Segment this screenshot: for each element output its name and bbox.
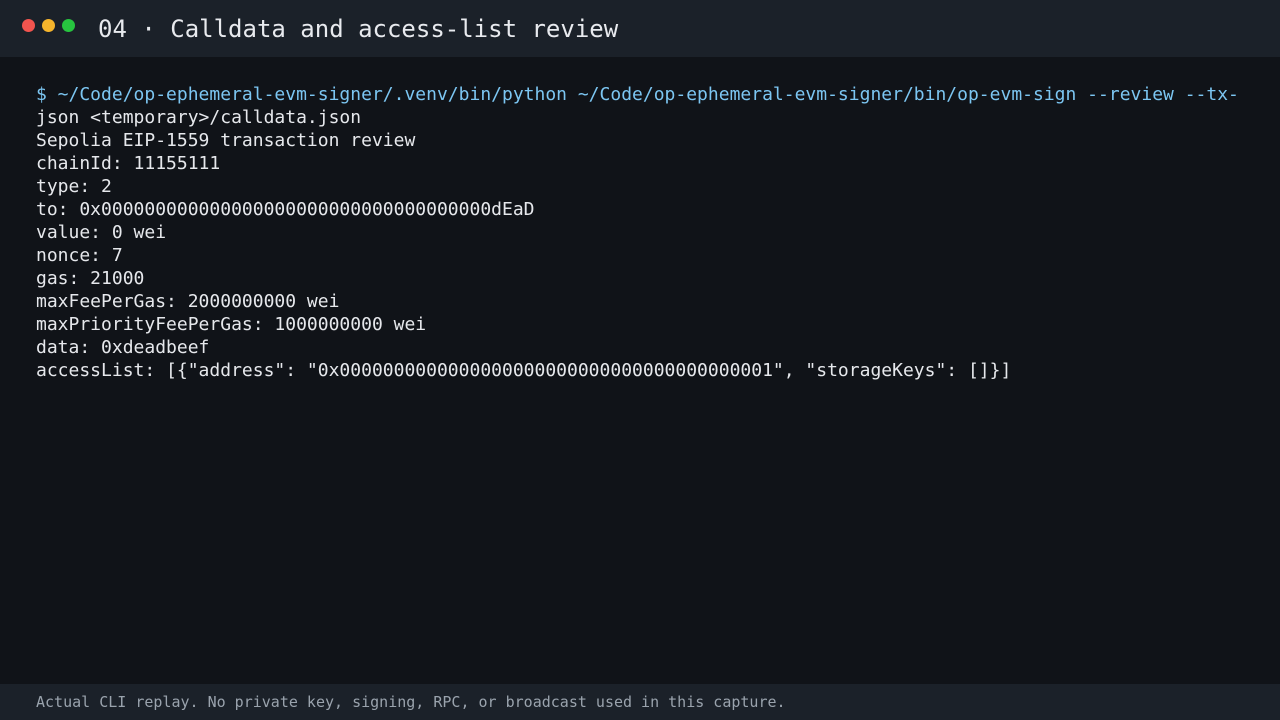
output-line-nonce: nonce: 7 bbox=[36, 245, 123, 266]
output-line-chain-id: chainId: 11155111 bbox=[36, 153, 221, 174]
terminal-window: 04 · Calldata and access-list review $ ~… bbox=[0, 0, 1280, 720]
output-line-max-priority-fee: maxPriorityFeePerGas: 1000000000 wei bbox=[36, 314, 427, 335]
output-line-access-list: accessList: [{"address": "0x000000000000… bbox=[36, 360, 1012, 381]
title-bar: 04 · Calldata and access-list review bbox=[0, 0, 1280, 57]
output-line-value: value: 0 wei bbox=[36, 222, 167, 243]
output-line-type: type: 2 bbox=[36, 176, 112, 197]
command-line: $ ~/Code/op-ephemeral-evm-signer/.venv/b… bbox=[36, 84, 1239, 105]
output-line-gas: gas: 21000 bbox=[36, 268, 145, 289]
footer-bar: Actual CLI replay. No private key, signi… bbox=[0, 684, 1280, 720]
output-line-max-fee: maxFeePerGas: 2000000000 wei bbox=[36, 291, 340, 312]
window-title: 04 · Calldata and access-list review bbox=[98, 15, 619, 43]
footer-note: Actual CLI replay. No private key, signi… bbox=[36, 693, 786, 711]
output-line-to: to: 0x0000000000000000000000000000000000… bbox=[36, 199, 535, 220]
terminal-output[interactable]: $ ~/Code/op-ephemeral-evm-signer/.venv/b… bbox=[36, 83, 1266, 382]
maximize-window-icon[interactable] bbox=[62, 19, 75, 32]
output-line-data: data: 0xdeadbeef bbox=[36, 337, 210, 358]
minimize-window-icon[interactable] bbox=[42, 19, 55, 32]
command-line-continuation: json <temporary>/calldata.json bbox=[36, 107, 362, 128]
output-line-heading: Sepolia EIP-1559 transaction review bbox=[36, 130, 416, 151]
close-window-icon[interactable] bbox=[22, 19, 35, 32]
